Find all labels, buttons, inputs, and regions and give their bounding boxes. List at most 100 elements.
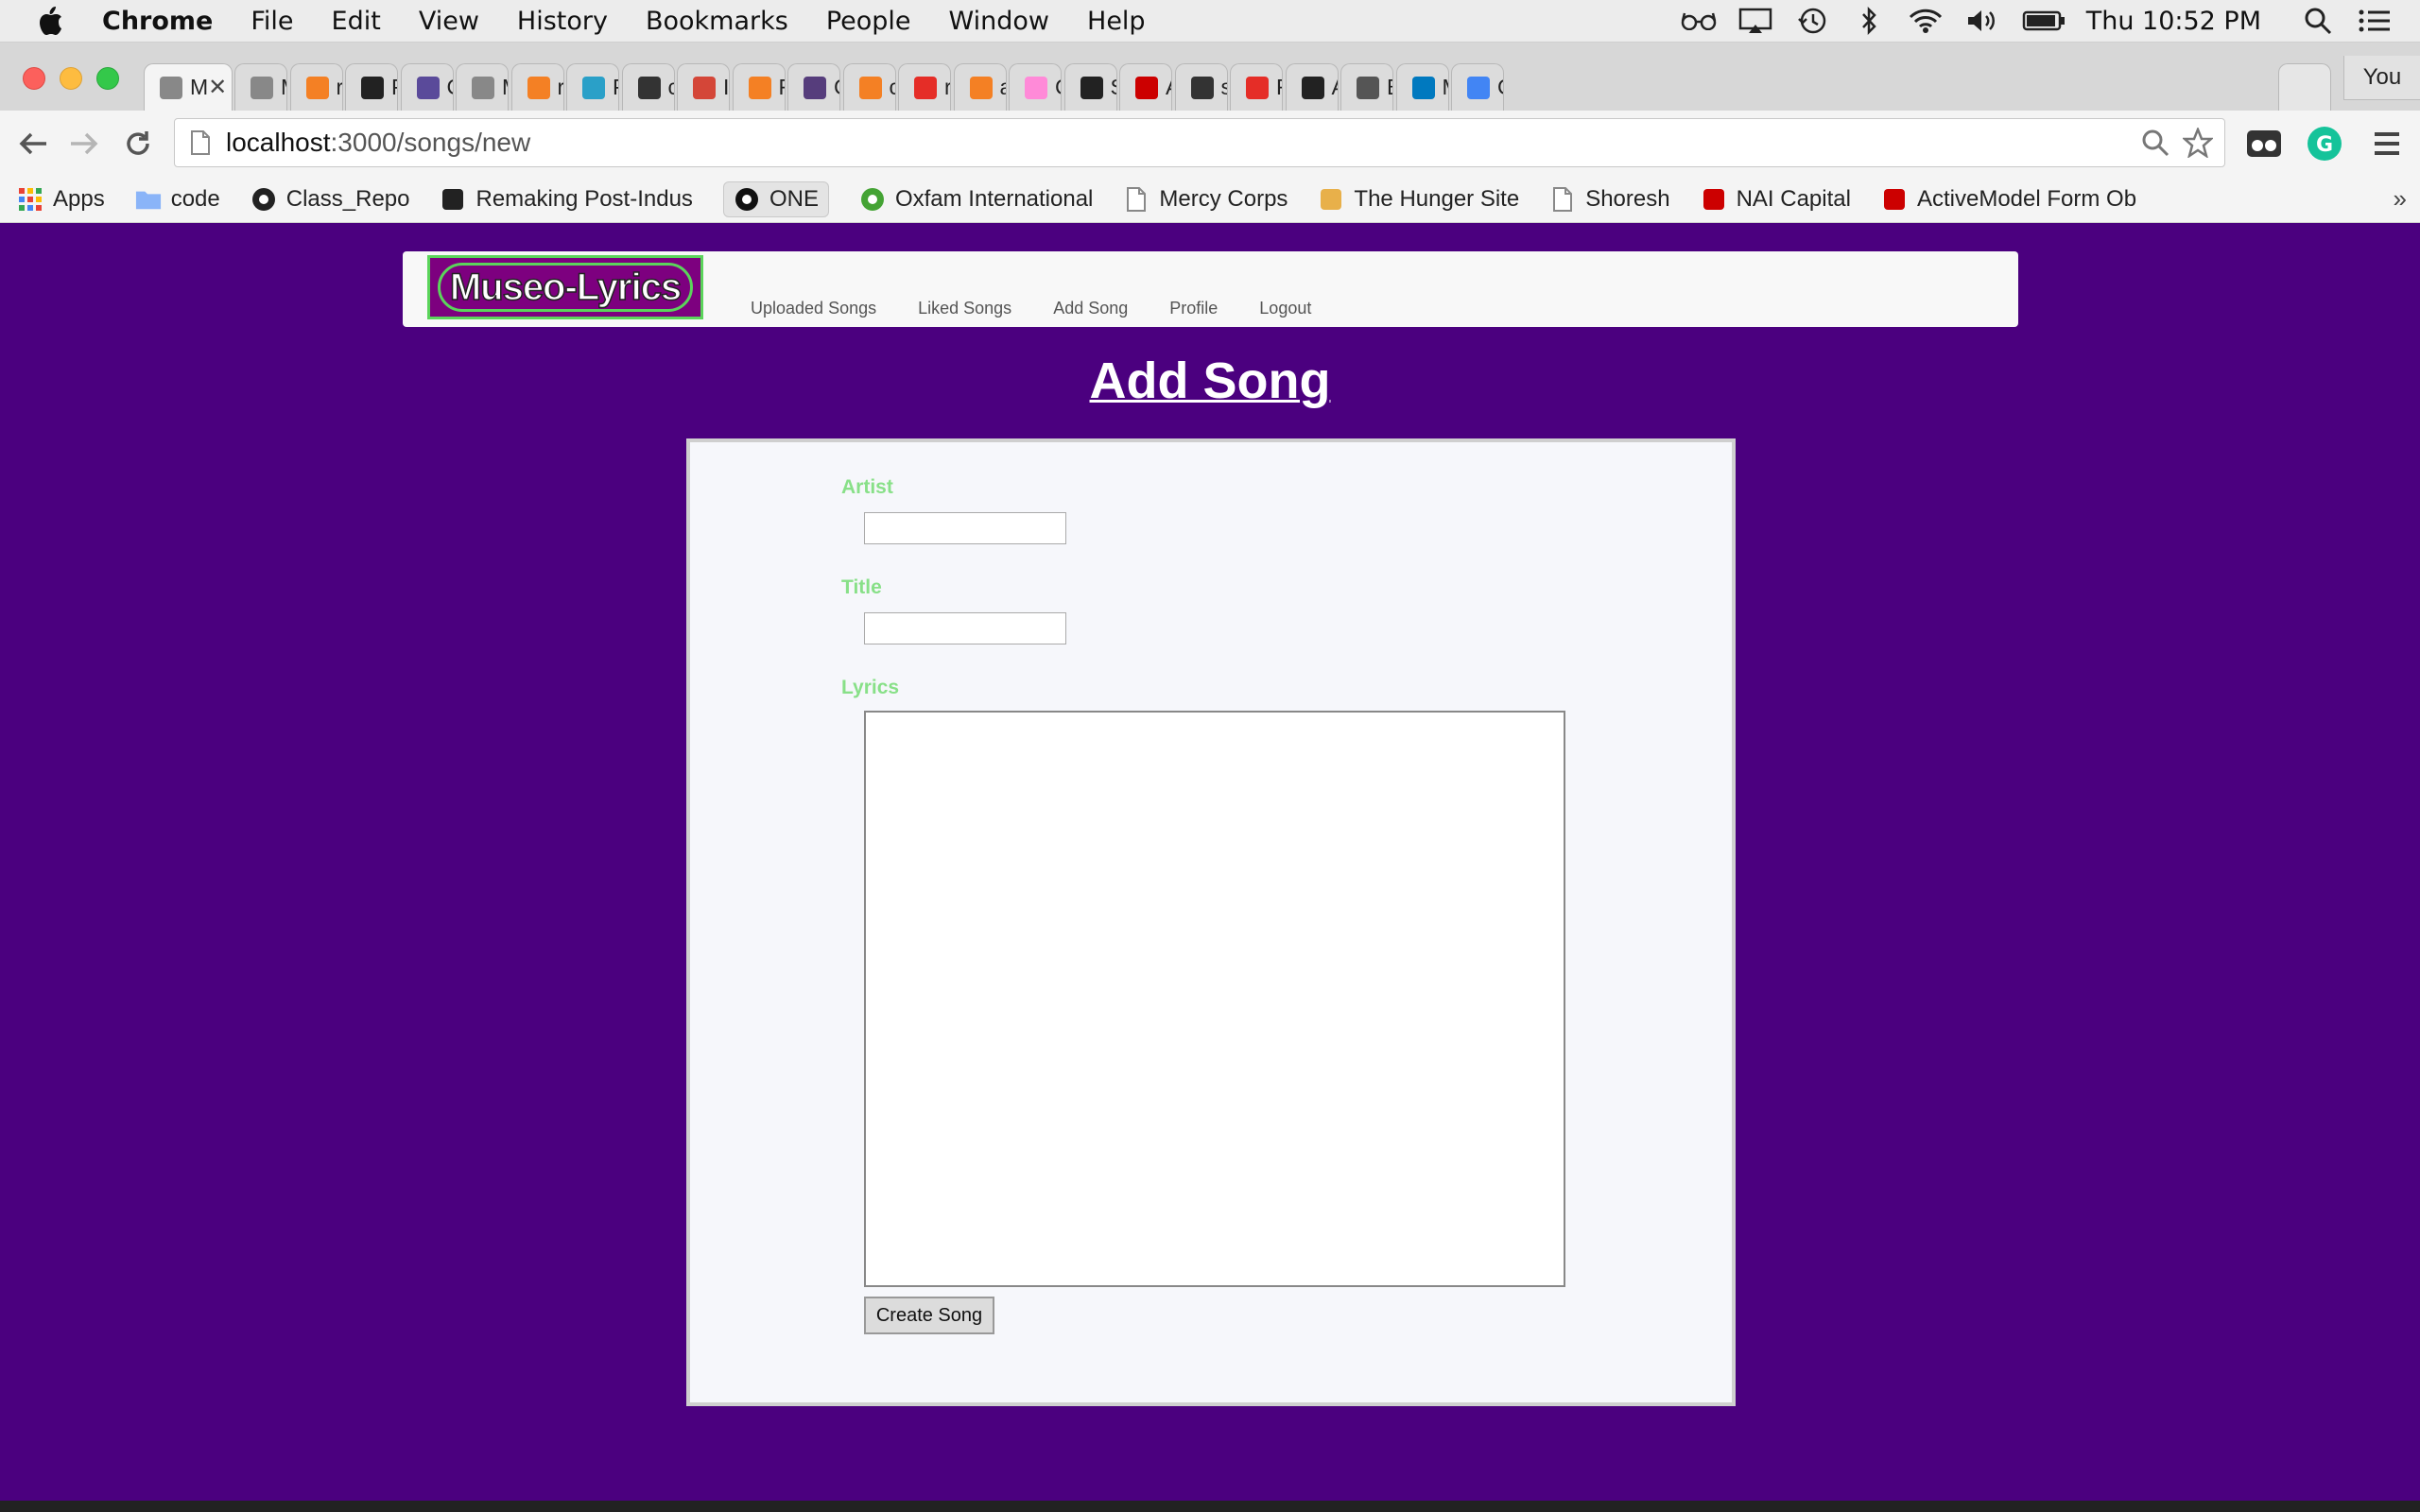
browser-tab[interactable]: se [1174,63,1228,111]
tab-favicon-icon [1190,76,1214,99]
tab-favicon-icon [1246,76,1269,99]
browser-tab[interactable]: Bo [1340,63,1393,111]
zoom-search-icon[interactable] [2141,129,2169,157]
tab-favicon-icon [472,76,494,99]
bookmark-item[interactable]: code [135,186,220,213]
extension-glasses-icon[interactable] [2244,124,2284,163]
menu-help[interactable]: Help [1087,7,1146,36]
bookmark-label: Shoresh [1585,186,1670,212]
browser-tab[interactable]: SE [1063,63,1117,111]
chrome-menu-icon[interactable] [2367,124,2407,163]
window-zoom-button[interactable] [96,67,119,90]
create-song-button[interactable]: Create Song [864,1297,994,1334]
tab-title: SE [1111,75,1116,100]
new-tab-button[interactable] [2278,63,2331,111]
menu-edit[interactable]: Edit [332,7,381,36]
window-close-button[interactable] [23,67,45,90]
nav-logout[interactable]: Logout [1259,299,1311,318]
lyrics-textarea[interactable] [864,711,1565,1287]
tab-title: se [1221,75,1227,100]
nav-liked-songs[interactable]: Liked Songs [918,299,1011,318]
browser-tab[interactable]: M ✕ [144,63,233,111]
tab-favicon-icon [858,76,882,99]
title-input[interactable] [864,612,1066,644]
browser-tab[interactable]: Ac [1119,63,1172,111]
bookmark-item[interactable]: Shoresh [1549,186,1670,213]
profile-button[interactable]: You [2343,56,2420,100]
forward-button[interactable] [64,124,104,163]
apple-icon[interactable] [36,2,74,40]
browser-tab[interactable]: ac [953,63,1007,111]
browser-tab[interactable]: Inl [677,63,730,111]
time-machine-icon[interactable] [1793,7,1831,35]
volume-icon[interactable] [1963,7,2001,35]
window-bottom-edge [0,1501,2420,1512]
browser-tab[interactable]: rul [510,63,564,111]
browser-tab[interactable]: Mu [456,63,509,111]
tab-favicon-icon [416,76,440,99]
browser-tab[interactable]: Al [1285,63,1339,111]
browser-tab[interactable]: Pa [566,63,619,111]
bookmark-item[interactable]: Oxfam International [859,186,1093,213]
menu-people[interactable]: People [826,7,911,36]
browser-tab[interactable]: Mu [234,63,287,111]
menu-file[interactable]: File [251,7,293,36]
menu-bookmarks[interactable]: Bookmarks [646,7,788,36]
menu-window[interactable]: Window [949,7,1049,36]
bookmark-item[interactable]: Apps [17,186,105,213]
bookmark-label: Class_Repo [285,186,410,212]
browser-tab[interactable]: co [621,63,675,111]
browser-tab[interactable]: rat [898,63,951,111]
battery-icon[interactable] [2020,7,2067,35]
bookmarks-bar: Apps code Class_Repo Remaking Post-Indus ONE… [0,177,2420,223]
bookmark-label: Remaking Post-Indus [475,186,693,212]
tab-favicon-icon [637,76,661,99]
notification-center-icon[interactable] [2356,7,2394,35]
browser-tab[interactable]: Ra [1230,63,1283,111]
artist-input[interactable] [864,512,1066,544]
bookmark-item[interactable]: The Hunger Site [1318,186,1519,213]
bookmark-item[interactable]: NAI Capital [1701,186,1851,213]
wifi-icon[interactable] [1907,7,1945,35]
back-button[interactable] [13,124,53,163]
browser-tab[interactable]: Mu [1395,63,1449,111]
browser-tab[interactable]: Cr [1009,63,1062,111]
menu-view[interactable]: View [419,7,479,36]
bookmark-label: ActiveModel Form Ob [1916,186,2137,212]
browser-tab[interactable]: Co [787,63,840,111]
site-logo[interactable]: Museo-Lyrics [427,255,703,319]
folder-icon [135,186,162,213]
browser-tab[interactable]: Ge [400,63,454,111]
bookmark-item[interactable]: Class_Repo [251,186,410,213]
browser-tab[interactable]: Ru [732,63,786,111]
bookmark-star-icon[interactable] [2183,128,2213,158]
tab-favicon-icon [1357,76,1379,99]
browser-tab[interactable]: rul [289,63,343,111]
bookmark-label: NAI Capital [1736,186,1851,212]
address-bar[interactable]: localhost:3000/songs/new [174,118,2225,167]
browser-tab[interactable]: Go [1451,63,1504,111]
nav-uploaded-songs[interactable]: Uploaded Songs [751,299,876,318]
bookmark-item[interactable]: Remaking Post-Indus [440,186,693,213]
nav-add-song[interactable]: Add Song [1053,299,1128,318]
reload-button[interactable] [118,124,158,163]
bluetooth-icon[interactable] [1850,6,1888,36]
menu-clock[interactable]: Thu 10:52 PM [2086,7,2261,36]
bookmark-item[interactable]: Mercy Corps [1123,186,1288,213]
menu-history[interactable]: History [517,7,608,36]
bookmark-item[interactable]: ActiveModel Form Ob [1881,186,2136,213]
bookmark-item[interactable]: ONE [722,181,829,217]
tab-close-icon[interactable]: ✕ [208,74,227,101]
apps-grid-icon [17,186,43,213]
browser-tab[interactable]: Pa [345,63,398,111]
nav-profile[interactable]: Profile [1169,299,1218,318]
reading-glasses-icon[interactable] [1680,7,1718,35]
browser-tab[interactable]: cs [842,63,896,111]
more-bookmarks-chevron-icon[interactable]: » [2394,184,2407,214]
airplay-icon[interactable] [1737,7,1774,35]
menu-app-name[interactable]: Chrome [102,7,213,36]
window-minimize-button[interactable] [60,67,82,90]
spotlight-search-icon[interactable] [2299,7,2337,35]
tab-title: cs [890,75,895,100]
grammarly-icon[interactable]: G [2305,124,2344,163]
